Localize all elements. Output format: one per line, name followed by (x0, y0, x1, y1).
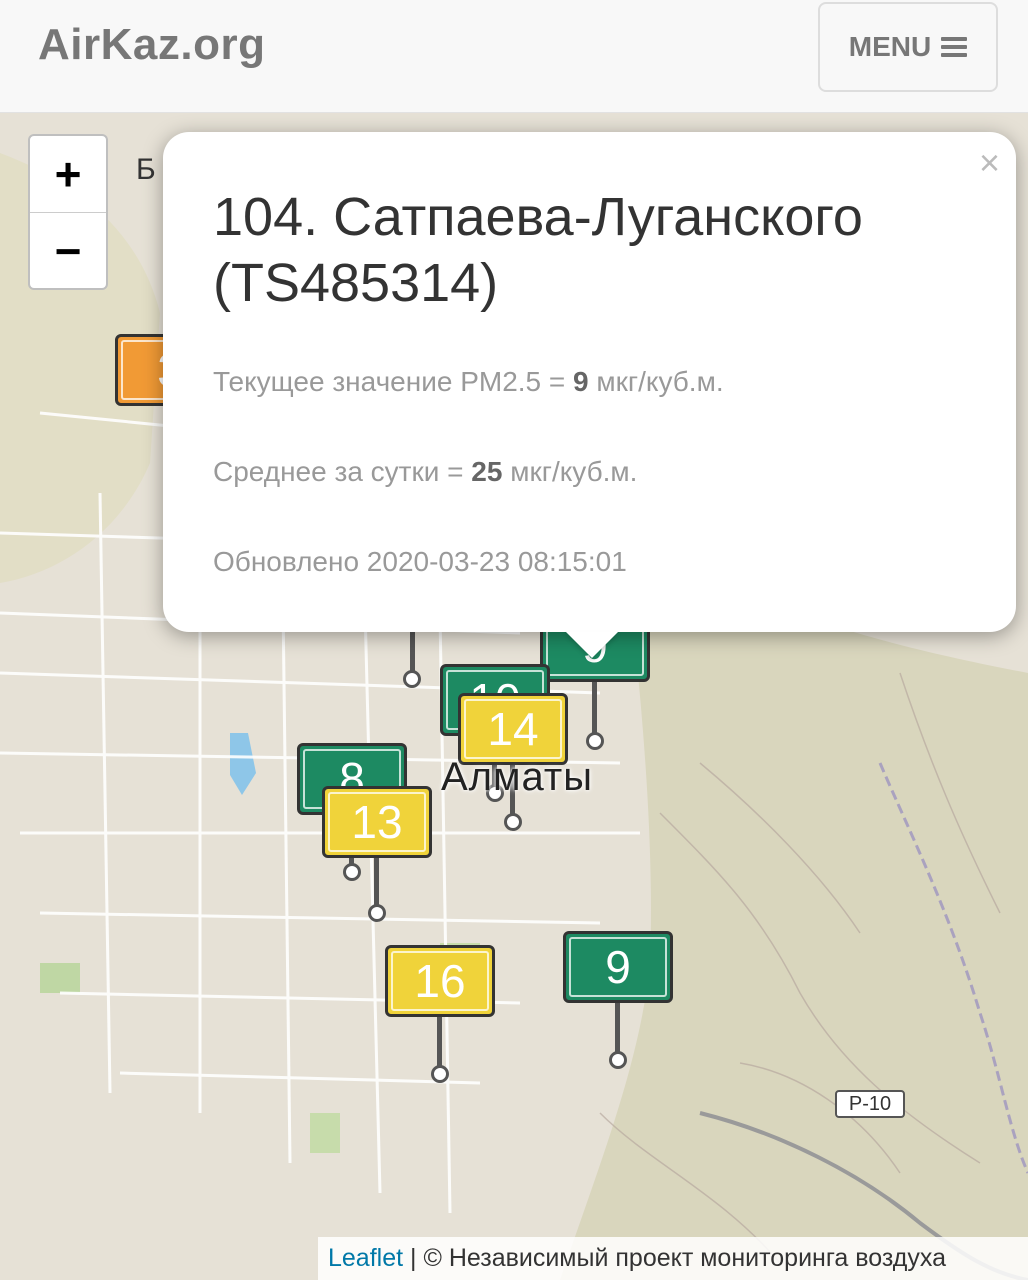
zoom-out-button[interactable]: − (30, 213, 106, 289)
marker-pin (431, 1065, 449, 1083)
road-label: P-10 (835, 1090, 905, 1118)
marker-pin (343, 863, 361, 881)
site-header: AirKaz.org MENU (0, 0, 1028, 113)
hamburger-icon (941, 37, 968, 57)
current-value-line: Текущее значение PM2.5 = 9 мкг/куб.м. (213, 366, 724, 397)
station-popup: × 104. Сатпаева-Луганского (TS485314) Те… (163, 132, 1016, 632)
site-brand[interactable]: AirKaz.org (38, 20, 265, 70)
daily-average-value: 25 (471, 456, 503, 487)
marker-pin (609, 1051, 627, 1069)
marker-pin (504, 813, 522, 831)
daily-average-line: Среднее за сутки = 25 мкг/куб.м. (213, 456, 638, 487)
current-pm25-value: 9 (573, 366, 589, 397)
marker-value: 13 (322, 786, 432, 858)
updated-timestamp: Обновлено 2020-03-23 08:15:01 (213, 546, 627, 577)
zoom-in-button[interactable]: + (30, 136, 106, 213)
marker-value: 16 (385, 945, 495, 1017)
marker-pin (368, 904, 386, 922)
attribution-text: © Независимый проект мониторинга воздуха (423, 1244, 947, 1272)
zoom-control: + − (28, 134, 108, 290)
map-place-label: Б (136, 153, 156, 186)
marker-pin (586, 732, 604, 750)
popup-tip (566, 632, 618, 658)
leaflet-link[interactable]: Leaflet (328, 1244, 403, 1273)
menu-label: MENU (848, 31, 932, 62)
city-label: Алматы (441, 755, 593, 799)
popup-title: 104. Сатпаева-Луганского (TS485314) (213, 187, 863, 313)
map-attribution: Leaflet | © Независимый проект мониторин… (318, 1237, 1028, 1280)
close-icon[interactable]: × (979, 142, 1000, 184)
marker-pin (403, 670, 421, 688)
menu-button[interactable]: MENU (818, 2, 998, 92)
marker-value: 9 (563, 931, 673, 1003)
